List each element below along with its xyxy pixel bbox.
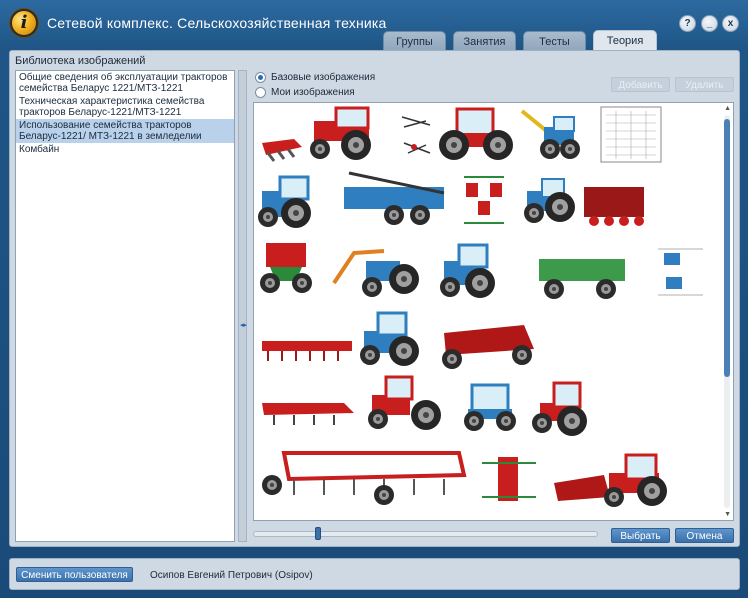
thumb-red-wide-cultivator[interactable] (262, 451, 467, 505)
library-item-operation[interactable]: Общие сведения об эксплуатации тракторов… (16, 71, 234, 95)
gallery-thumbnails (258, 106, 709, 507)
thumb-blue-tractor-green-trailer[interactable] (440, 243, 625, 299)
thumb-schematic-sheet[interactable] (600, 106, 662, 163)
select-button[interactable]: Выбрать (611, 528, 670, 543)
scroll-up-icon[interactable]: ▲ (724, 105, 731, 112)
thumb-hitch-diagram[interactable] (399, 108, 435, 160)
main-panel: Библиотека изображений Общие сведения об… (9, 50, 740, 547)
minimize-button[interactable]: _ (701, 15, 718, 32)
radio-circle[interactable] (255, 86, 266, 98)
library-list: Общие сведения об эксплуатации тракторов… (15, 70, 235, 542)
thumb-blue-tractor-disc-harrow[interactable] (524, 178, 644, 226)
scroll-down-icon[interactable]: ▼ (724, 511, 731, 518)
cancel-button[interactable]: Отмена (675, 528, 734, 543)
tab-groups[interactable]: Группы (383, 31, 446, 51)
footer-bar: Сменить пользователя Осипов Евгений Петр… (9, 558, 740, 590)
zoom-slider-thumb[interactable] (315, 527, 321, 540)
panel-splitter[interactable]: ◂▸ (238, 70, 247, 542)
current-user-label: Осипов Евгений Петрович (Osipov) (150, 570, 313, 581)
app-logo-icon: i (10, 9, 38, 37)
library-title: Библиотека изображений (15, 55, 146, 67)
thumb-red-grain-seeder[interactable] (442, 325, 534, 369)
radio-my-images[interactable]: Мои изображения (255, 85, 355, 99)
left-right-arrows-icon: ◂▸ (239, 322, 248, 329)
thumb-red-tractor-harrow[interactable] (554, 453, 667, 507)
switch-user-button[interactable]: Сменить пользователя (16, 567, 133, 582)
thumb-red-tractor-plough[interactable] (262, 106, 371, 162)
thumb-red-tractor-cultivator[interactable] (262, 375, 441, 430)
library-item-farming[interactable]: Использование семейства тракторов Белару… (16, 119, 234, 143)
radio-my-label: Мои изображения (271, 86, 355, 98)
tab-lessons[interactable]: Занятия (453, 31, 516, 51)
close-button[interactable]: x (722, 15, 739, 32)
thumb-red-cultivator[interactable] (262, 341, 352, 361)
library-item-specs[interactable]: Техническая характеристика семейства тра… (16, 95, 234, 119)
thumb-tractor-blueprint[interactable] (654, 243, 709, 298)
window-title: Сетевой комплекс. Сельскохозяйственная т… (47, 15, 387, 31)
app-window: i Сетевой комплекс. Сельскохозяйственная… (0, 0, 748, 598)
tab-theory[interactable]: Теория (593, 30, 657, 52)
tab-tests[interactable]: Тесты (523, 31, 586, 51)
zoom-slider-track[interactable] (253, 531, 598, 537)
scrollbar-thumb[interactable] (724, 119, 730, 377)
thumb-seeder-schematic[interactable] (479, 451, 539, 506)
thumb-red-tractor-front[interactable] (439, 107, 513, 160)
library-item-combine[interactable]: Комбайн (16, 143, 234, 156)
thumb-blue-tractor-front[interactable] (464, 383, 516, 431)
thumb-red-tractor-angle[interactable] (532, 381, 587, 436)
radio-base-label: Базовые изображения (271, 71, 376, 83)
add-button[interactable]: Добавить (611, 77, 670, 92)
thumb-seeder-diagram[interactable] (459, 173, 509, 228)
radio-circle[interactable] (255, 71, 266, 83)
thumb-excavator-tractor[interactable] (332, 249, 419, 297)
gallery-scrollbar[interactable] (724, 115, 730, 508)
thumb-fertilizer-spreader[interactable] (260, 243, 312, 293)
image-gallery: ▲ ▼ (253, 102, 734, 521)
help-button[interactable]: ? (679, 15, 696, 32)
radio-base-images[interactable]: Базовые изображения (255, 70, 375, 84)
thumb-blue-tractor-side[interactable] (360, 311, 419, 366)
thumb-blue-tractor-loader[interactable] (520, 109, 580, 159)
thumb-blue-tractor-trailer[interactable] (258, 171, 445, 228)
delete-button[interactable]: Удалить (675, 77, 734, 92)
